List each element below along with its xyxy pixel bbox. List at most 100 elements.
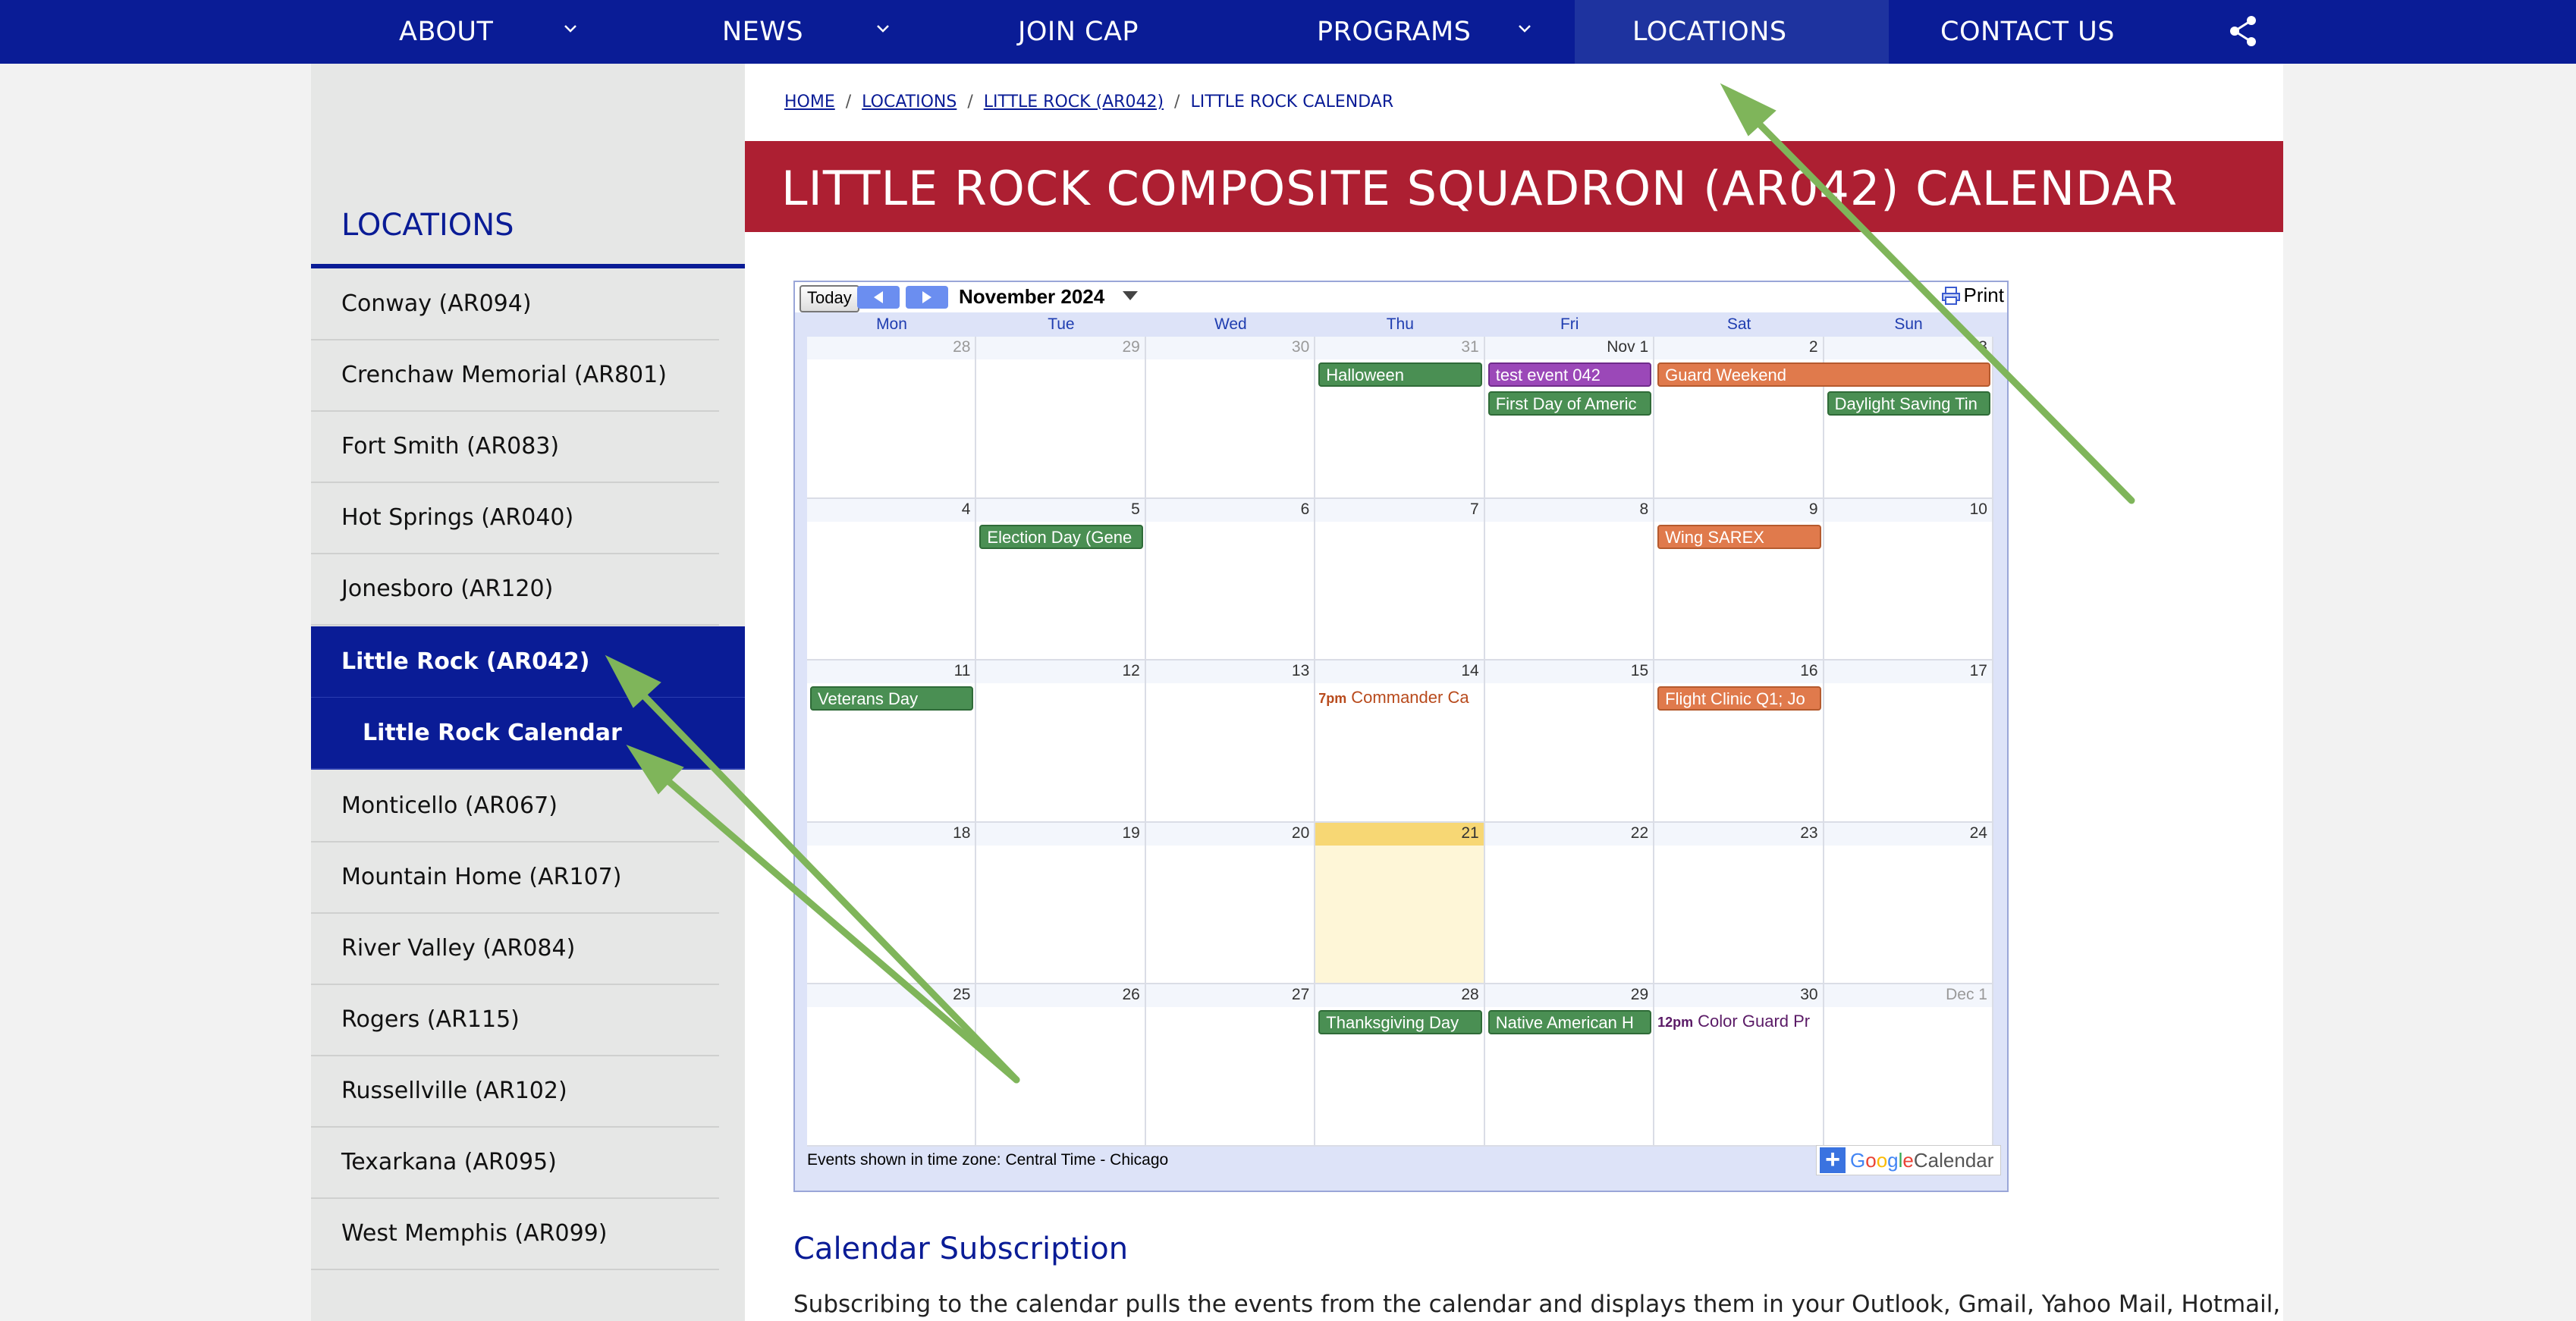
nav-news[interactable]: NEWS <box>624 0 941 64</box>
day-cell[interactable]: 25 <box>807 984 977 1147</box>
calendar-event[interactable]: Halloween <box>1318 362 1482 387</box>
breadcrumb-separator: / <box>845 93 852 111</box>
day-number: 10 <box>1969 500 1987 518</box>
calendar-timed-event[interactable]: 7pm Commander Ca <box>1318 686 1481 709</box>
subscription-heading: Calendar Subscription <box>793 1232 1129 1266</box>
day-cell[interactable]: 19 <box>976 822 1146 985</box>
sidebar-item-label: Jonesboro (AR120) <box>341 576 554 602</box>
sidebar-item-west-memphis[interactable]: West Memphis (AR099) <box>311 1198 719 1270</box>
weekday-label: Wed <box>1214 315 1247 333</box>
calendar-timed-event[interactable]: 12pm Color Guard Pr <box>1657 1010 1820 1033</box>
calendar-event[interactable]: Thanksgiving Day <box>1318 1010 1482 1035</box>
nav-contact-us-label: CONTACT US <box>1940 17 2115 47</box>
sidebar-item-label: Rogers (AR115) <box>341 1006 520 1033</box>
printer-icon <box>1941 286 1960 305</box>
day-cell[interactable]: 16 <box>1654 660 1824 823</box>
day-number: Dec 1 <box>1946 986 1987 1004</box>
day-cell[interactable]: 27 <box>1145 984 1316 1147</box>
calendar-event[interactable]: Veterans Day <box>810 686 974 711</box>
prev-month-button[interactable] <box>857 286 900 309</box>
sidebar-item-hot-springs[interactable]: Hot Springs (AR040) <box>311 482 719 554</box>
calendar-event[interactable]: First Day of Americ <box>1487 391 1652 416</box>
nav-join-cap[interactable]: JOIN CAP <box>941 0 1258 64</box>
day-cell[interactable]: 20 <box>1145 822 1316 985</box>
day-cell[interactable]: 29 <box>1484 984 1655 1147</box>
add-to-google-calendar-button[interactable]: + GoogleCalendar <box>1816 1145 2001 1175</box>
day-cell-today[interactable]: 21 <box>1315 822 1485 985</box>
day-number: 20 <box>1291 824 1310 842</box>
calendar-event[interactable]: Flight Clinic Q1; Jo <box>1657 686 1821 711</box>
nav-locations-label: LOCATIONS <box>1632 17 1787 47</box>
day-cell[interactable]: 29 <box>976 337 1146 499</box>
next-month-button[interactable] <box>906 286 948 309</box>
calendar-event[interactable]: Election Day (Gene <box>979 524 1143 549</box>
day-cell[interactable]: 8 <box>1484 498 1655 661</box>
breadcrumb-little-rock[interactable]: LITTLE ROCK (AR042) <box>984 93 1164 111</box>
sidebar-item-label: West Memphis (AR099) <box>341 1220 608 1247</box>
google-wordmark: Google <box>1850 1149 1914 1172</box>
nav-about[interactable]: ABOUT <box>311 0 624 64</box>
day-cell[interactable]: 15 <box>1484 660 1655 823</box>
day-cell[interactable]: 5 <box>976 498 1146 661</box>
weekday-label: Fri <box>1560 315 1579 333</box>
sidebar-item-crenchaw-memorial[interactable]: Crenchaw Memorial (AR801) <box>311 340 719 412</box>
sidebar-item-little-rock-calendar[interactable]: Little Rock Calendar <box>311 698 772 770</box>
day-cell[interactable]: 26 <box>976 984 1146 1147</box>
day-cell[interactable]: 6 <box>1145 498 1316 661</box>
day-cell[interactable]: 13 <box>1145 660 1316 823</box>
day-cell[interactable]: Nov 1 <box>1484 337 1655 499</box>
day-number: 16 <box>1800 662 1818 680</box>
calendar-event[interactable]: Daylight Saving Tin <box>1827 391 1990 416</box>
day-number: 29 <box>1630 986 1649 1004</box>
breadcrumb-locations[interactable]: LOCATIONS <box>862 93 957 111</box>
day-cell[interactable]: 14 <box>1315 660 1485 823</box>
day-cell[interactable]: 7 <box>1315 498 1485 661</box>
calendar-event[interactable]: Native American H <box>1487 1010 1652 1035</box>
sidebar-item-texarkana[interactable]: Texarkana (AR095) <box>311 1127 719 1199</box>
sidebar-item-monticello[interactable]: Monticello (AR067) <box>311 770 719 842</box>
day-cell[interactable]: 18 <box>807 822 977 985</box>
month-dropdown-icon[interactable] <box>1123 291 1138 300</box>
nav-contact-us[interactable]: CONTACT US <box>1889 0 2207 64</box>
day-cell[interactable]: 24 <box>1824 822 1993 985</box>
day-header-band <box>1654 984 1823 1008</box>
share-icon[interactable] <box>2226 14 2261 49</box>
sidebar-item-rogers[interactable]: Rogers (AR115) <box>311 984 719 1056</box>
sidebar-item-label: Monticello (AR067) <box>341 792 558 819</box>
today-button[interactable]: Today <box>800 285 859 312</box>
sidebar-item-fort-smith[interactable]: Fort Smith (AR083) <box>311 411 719 483</box>
calendar-event[interactable]: Guard Weekend <box>1657 362 1990 387</box>
breadcrumb-home[interactable]: HOME <box>784 93 835 111</box>
day-cell[interactable]: 30 <box>1145 337 1316 499</box>
sidebar-item-mountain-home[interactable]: Mountain Home (AR107) <box>311 842 719 914</box>
day-cell[interactable]: 23 <box>1654 822 1824 985</box>
day-cell[interactable]: 22 <box>1484 822 1655 985</box>
day-cell[interactable]: 30 <box>1654 984 1824 1147</box>
sidebar-item-russellville[interactable]: Russellville (AR102) <box>311 1056 719 1128</box>
day-cell[interactable]: 17 <box>1824 660 1993 823</box>
weekday-label: Thu <box>1386 315 1414 333</box>
day-cell[interactable]: 28 <box>807 337 977 499</box>
sidebar-item-river-valley[interactable]: River Valley (AR084) <box>311 913 719 985</box>
sidebar-item-jonesboro[interactable]: Jonesboro (AR120) <box>311 554 719 626</box>
day-cell[interactable]: 11 <box>807 660 977 823</box>
day-cell[interactable]: 10 <box>1824 498 1993 661</box>
day-cell[interactable]: 4 <box>807 498 977 661</box>
day-cell[interactable]: 31 <box>1315 337 1485 499</box>
day-cell[interactable]: Dec 1 <box>1824 984 1993 1147</box>
day-cell[interactable]: 9 <box>1654 498 1824 661</box>
plus-icon: + <box>1820 1147 1846 1173</box>
nav-locations[interactable]: LOCATIONS <box>1575 0 1889 64</box>
day-cell[interactable]: 3 <box>1824 337 1993 499</box>
nav-programs[interactable]: PROGRAMS <box>1258 0 1575 64</box>
day-cell[interactable]: 12 <box>976 660 1146 823</box>
day-cell[interactable]: 28 <box>1315 984 1485 1147</box>
calendar-event[interactable]: test event 042 <box>1487 362 1652 387</box>
day-cell[interactable]: 2 <box>1654 337 1824 499</box>
day-header-band <box>807 984 975 1008</box>
day-number: 28 <box>1461 986 1479 1004</box>
sidebar-item-conway[interactable]: Conway (AR094) <box>311 268 719 340</box>
sidebar-item-little-rock[interactable]: Little Rock (AR042) <box>311 626 772 698</box>
print-button[interactable]: Print <box>1941 284 2004 307</box>
calendar-event[interactable]: Wing SAREX <box>1657 524 1821 549</box>
